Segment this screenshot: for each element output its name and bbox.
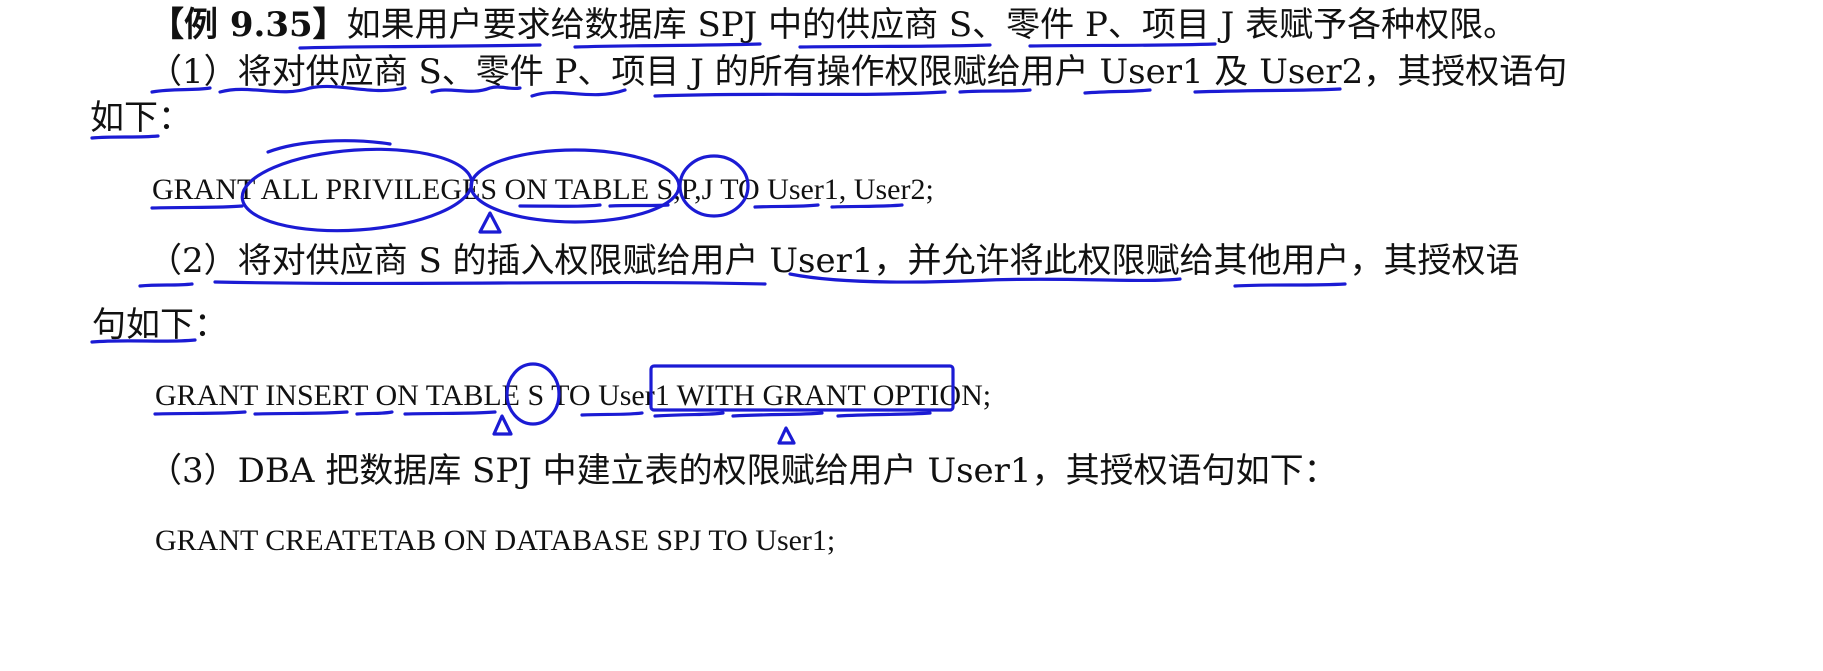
underline-mark <box>355 410 394 416</box>
underline-mark <box>798 43 992 49</box>
item-1-text-cont: 如下： <box>90 98 192 138</box>
underline-mark <box>403 410 497 416</box>
underline-mark <box>731 411 824 418</box>
item-2-text: （2）将对供应商 S 的插入权限赋给用户 User1，并允许将此权限赋给其他用户… <box>148 241 1520 281</box>
item-2-sql: GRANT INSERT ON TABLE S TO User1 WITH GR… <box>155 379 992 412</box>
item-1-sql: GRANT ALL PRIVILEGES ON TABLE S,P,J TO U… <box>152 173 934 206</box>
item-3-text: （3）DBA 把数据库 SPJ 中建立表的权限赋给用户 User1，其授权语句如… <box>148 451 1338 491</box>
item-1-text: （1）将对供应商 S、零件 P、项目 J 的所有操作权限赋给用户 User1 及… <box>148 52 1568 92</box>
circle-mark <box>266 139 392 154</box>
underline-mark <box>138 282 194 288</box>
triangle-mark <box>777 426 796 445</box>
example-intro: 如果用户要求给数据库 SPJ 中的供应商 S、零件 P、项目 J 表赋予各种权限… <box>346 5 1518 45</box>
underline-mark <box>213 280 767 286</box>
item-3-sql: GRANT CREATETAB ON DATABASE SPJ TO User1… <box>155 524 836 557</box>
underline-mark <box>253 410 349 416</box>
underline-mark <box>836 411 932 418</box>
underline-mark <box>653 90 947 98</box>
underline-mark <box>1233 282 1347 288</box>
underline-mark <box>653 411 725 418</box>
triangle-mark <box>492 414 513 436</box>
underline-mark <box>153 410 247 416</box>
triangle-mark <box>478 211 502 234</box>
example-label: 【例 9.35】 <box>150 5 347 45</box>
handwritten-annotations <box>90 42 1347 445</box>
underline-mark <box>580 411 644 417</box>
example-header: 【例 9.35】如果用户要求给数据库 SPJ 中的供应商 S、零件 P、项目 J… <box>150 8 1517 42</box>
item-2-text-cont: 句如下： <box>92 305 228 345</box>
underline-mark <box>298 43 542 50</box>
underline-mark <box>150 204 244 210</box>
